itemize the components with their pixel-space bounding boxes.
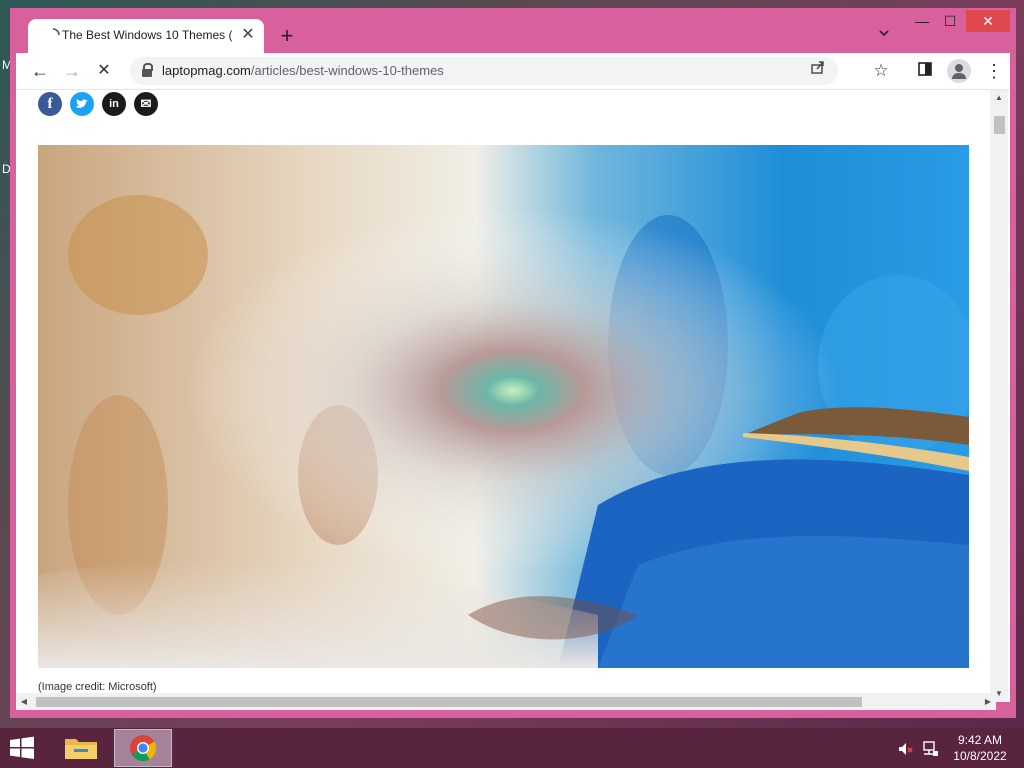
menu-button[interactable]: ⋮: [982, 59, 1006, 83]
clock-date: 10/8/2022: [953, 749, 1007, 763]
profile-avatar-icon[interactable]: [947, 59, 971, 83]
share-icon[interactable]: [806, 59, 830, 83]
wave-photo: [38, 145, 969, 668]
forward-button[interactable]: →: [60, 59, 84, 83]
close-window-button[interactable]: ✕: [966, 10, 1010, 32]
url-text[interactable]: laptopmag.com/articles/best-windows-10-t…: [162, 63, 444, 78]
browser-window: The Best Windows 10 Themes (and How to G…: [10, 8, 1016, 718]
taskbar: 9:42 AM 10/8/2022: [0, 728, 1024, 768]
new-tab-button[interactable]: +: [274, 24, 300, 50]
image-credit: (Image credit: Microsoft): [38, 681, 157, 693]
scroll-left-arrow-icon[interactable]: ◀: [16, 693, 32, 710]
lock-icon[interactable]: [142, 63, 153, 77]
back-button[interactable]: ←: [28, 59, 52, 83]
page-content: f in ✉ (Image credit: Microsoft) ▲ ▼: [16, 89, 1010, 702]
windows-start-icon[interactable]: [6, 734, 38, 762]
folder-icon: [65, 739, 97, 759]
chrome-taskbar-button[interactable]: [114, 729, 172, 767]
file-explorer-taskbar-button[interactable]: [52, 729, 110, 767]
vertical-scroll-thumb[interactable]: [994, 116, 1005, 134]
minimize-button[interactable]: —: [910, 10, 934, 32]
chevron-down-icon[interactable]: [872, 26, 896, 46]
vertical-scrollbar[interactable]: ▲ ▼: [990, 90, 1008, 702]
clock-time: 9:42 AM: [957, 733, 1003, 747]
email-icon[interactable]: ✉: [134, 92, 158, 116]
scroll-up-arrow-icon[interactable]: ▲: [990, 90, 1008, 106]
linkedin-icon[interactable]: in: [102, 92, 126, 116]
address-bar[interactable]: laptopmag.com/articles/best-windows-10-t…: [130, 57, 838, 85]
loading-spinner-icon: [46, 28, 60, 42]
maximize-button[interactable]: ☐: [938, 10, 962, 32]
browser-toolbar: ← → ✕ laptopmag.com/articles/best-window…: [16, 53, 1010, 89]
tab-title: The Best Windows 10 Themes (and How to G…: [62, 28, 232, 42]
twitter-icon[interactable]: [70, 92, 94, 116]
facebook-icon[interactable]: f: [38, 92, 62, 116]
star-icon[interactable]: ☆: [869, 59, 893, 83]
chrome-icon: [130, 735, 157, 762]
horizontal-scrollbar[interactable]: ◀ ▶: [16, 693, 996, 710]
close-tab-icon[interactable]: ✕: [238, 25, 258, 45]
scroll-right-arrow-icon[interactable]: ▶: [980, 693, 996, 710]
browser-tab[interactable]: The Best Windows 10 Themes (and How to G…: [28, 19, 264, 53]
network-icon[interactable]: [921, 740, 939, 758]
tab-strip: The Best Windows 10 Themes (and How to G…: [10, 8, 1016, 53]
volume-muted-icon[interactable]: [897, 740, 915, 758]
system-clock[interactable]: 9:42 AM 10/8/2022: [948, 732, 1012, 764]
side-panel-icon[interactable]: [913, 59, 937, 83]
stop-loading-button[interactable]: ✕: [92, 59, 116, 83]
horizontal-scroll-thumb[interactable]: [36, 697, 862, 707]
